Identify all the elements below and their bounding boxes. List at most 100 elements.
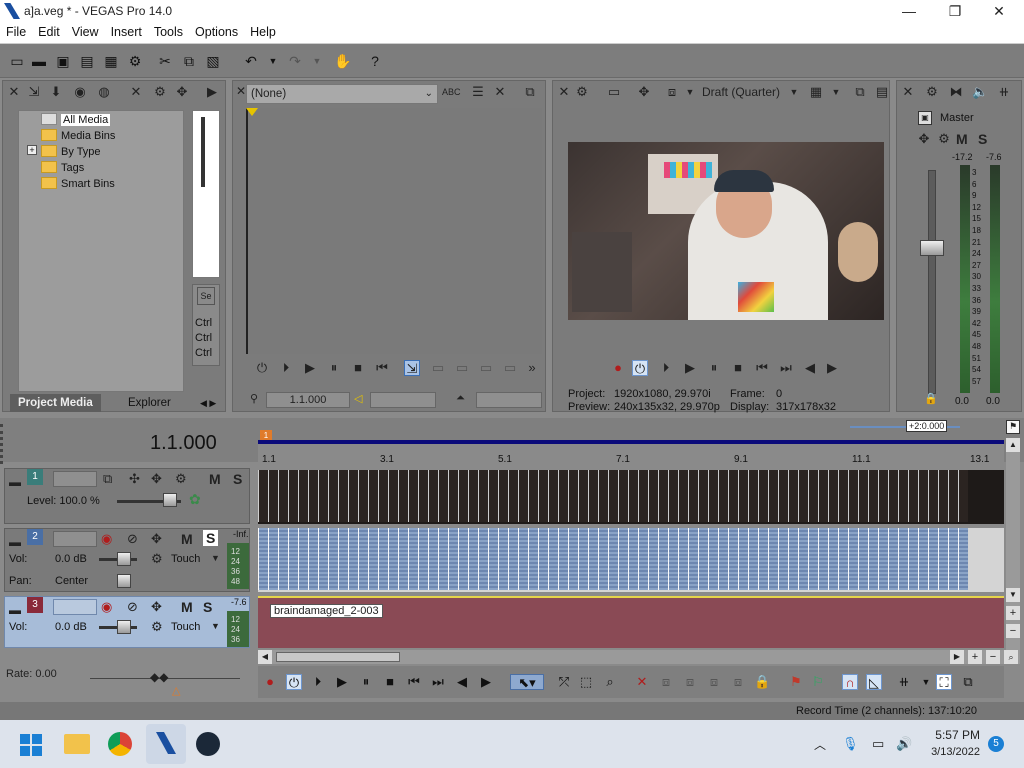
audio-event[interactable] xyxy=(758,528,768,590)
video-event[interactable] xyxy=(608,470,618,522)
audio-event[interactable] xyxy=(958,528,968,590)
drag-handle[interactable] xyxy=(0,424,8,464)
auto-crossfade-icon[interactable]: ◺ xyxy=(866,674,882,690)
master-properties-gear-icon[interactable]: ⚙ xyxy=(924,84,940,100)
audio-event[interactable] xyxy=(558,528,568,590)
remove-media-icon[interactable]: ✕ xyxy=(128,84,144,100)
audio-event[interactable] xyxy=(628,528,638,590)
audio-event[interactable] xyxy=(448,528,458,590)
redo-icon[interactable]: ↷ xyxy=(286,52,304,70)
collapse-icon[interactable]: ▬ xyxy=(9,603,21,617)
video-event[interactable] xyxy=(628,470,638,522)
automation-gear-icon[interactable]: ⚙ xyxy=(151,619,163,635)
play-icon[interactable]: ▶ xyxy=(334,674,350,690)
list-icon[interactable]: ☰ xyxy=(470,84,486,100)
audio-event[interactable] xyxy=(768,528,778,590)
mute-button[interactable]: M xyxy=(181,531,193,547)
audio-event[interactable] xyxy=(458,528,468,590)
save-snapshot-icon[interactable]: ▤ xyxy=(874,84,890,100)
split-icon[interactable]: ⧈ xyxy=(730,674,746,690)
video-event[interactable] xyxy=(368,470,378,522)
video-event[interactable] xyxy=(928,470,938,522)
clear-icon[interactable]: ✕ xyxy=(492,84,508,100)
tree-item-smart-bins[interactable]: Smart Bins xyxy=(41,177,115,190)
track-name-field[interactable] xyxy=(53,599,97,615)
next-frame-icon[interactable]: ▶ xyxy=(824,360,840,376)
audio-event[interactable] xyxy=(938,528,948,590)
audio-event[interactable] xyxy=(288,528,298,590)
grid-icon[interactable]: ▦ xyxy=(808,84,824,100)
insert-region-icon[interactable]: ⚐ xyxy=(810,674,826,690)
audio-event[interactable] xyxy=(688,528,698,590)
audio-event[interactable] xyxy=(818,528,828,590)
video-event[interactable] xyxy=(758,470,768,522)
video-event[interactable] xyxy=(808,470,818,522)
audio-event[interactable] xyxy=(748,528,758,590)
video-track-1[interactable] xyxy=(258,470,1004,524)
expand-icon[interactable]: + xyxy=(27,145,37,155)
media-properties-icon[interactable]: ⚙ xyxy=(152,84,168,100)
clock-date[interactable]: 3/13/2022 xyxy=(924,746,980,758)
audio-event[interactable] xyxy=(658,528,668,590)
audio-event[interactable] xyxy=(868,528,878,590)
save-icon[interactable]: ▣ xyxy=(54,52,72,70)
trim-start-icon[interactable]: ⧈ xyxy=(682,674,698,690)
mute-button[interactable]: M xyxy=(956,131,968,147)
zoom-in-icon[interactable]: + xyxy=(968,650,982,664)
audio-event[interactable] xyxy=(678,528,688,590)
audio-track-3[interactable]: braindamaged_2-003 xyxy=(258,596,1004,648)
audio-event[interactable] xyxy=(828,528,838,590)
horizontal-scrollbar[interactable]: ◀ ▶ + − ⌕ xyxy=(258,650,1020,664)
video-event[interactable] xyxy=(538,470,548,522)
trimmer-media-select[interactable]: (None) ⌄ xyxy=(246,84,438,104)
audio-event[interactable] xyxy=(878,528,888,590)
video-event[interactable] xyxy=(878,470,888,522)
video-event[interactable] xyxy=(378,470,388,522)
volume-slider-knob[interactable] xyxy=(117,620,131,634)
tab-project-media[interactable]: Project Media xyxy=(10,394,101,412)
audio-event[interactable] xyxy=(908,528,918,590)
network-icon[interactable]: ▭ xyxy=(872,736,884,752)
audio-event[interactable] xyxy=(788,528,798,590)
pan-slider-knob[interactable] xyxy=(117,574,131,588)
video-event[interactable] xyxy=(788,470,798,522)
audio-event[interactable] xyxy=(798,528,808,590)
audio-event[interactable] xyxy=(728,528,738,590)
get-media-icon[interactable]: ◉ xyxy=(72,84,88,100)
snapping-magnet-icon[interactable]: ∩ xyxy=(842,674,858,690)
audio-event[interactable] xyxy=(438,528,448,590)
audio-event[interactable] xyxy=(498,528,508,590)
arm-record-icon[interactable]: ◉ xyxy=(101,531,112,547)
audio-event[interactable] xyxy=(478,528,488,590)
zoom-out-icon[interactable]: − xyxy=(986,650,1000,664)
video-event[interactable] xyxy=(688,470,698,522)
audio-event[interactable] xyxy=(388,528,398,590)
video-event[interactable] xyxy=(768,470,778,522)
audio-event[interactable] xyxy=(918,528,928,590)
trimmer-view[interactable] xyxy=(246,108,542,354)
close-panel-icon[interactable]: ✕ xyxy=(6,84,22,100)
video-event[interactable] xyxy=(908,470,918,522)
video-event[interactable] xyxy=(268,470,278,522)
microphone-icon[interactable]: 🎙 xyxy=(842,736,859,752)
stop-icon[interactable]: ■ xyxy=(350,360,366,376)
menu-help[interactable]: Help xyxy=(244,22,282,39)
gear-icon[interactable]: ⚙ xyxy=(936,131,952,147)
normal-edit-tool-icon[interactable]: ⬉▾ xyxy=(510,674,544,690)
save-as-icon[interactable]: ▤ xyxy=(78,52,96,70)
audio-event[interactable] xyxy=(778,528,788,590)
menu-file[interactable]: File xyxy=(0,22,32,39)
undo-dropdown-icon[interactable]: ▼ xyxy=(264,52,282,70)
timeline-ruler[interactable]: 1.1 3.1 5.1 7.1 9.1 11.1 13.1 xyxy=(258,444,1004,468)
solo-button[interactable]: S xyxy=(203,530,219,546)
video-event[interactable] xyxy=(528,470,538,522)
level-slider-knob[interactable] xyxy=(163,493,177,507)
video-event[interactable] xyxy=(698,470,708,522)
video-event[interactable] xyxy=(938,470,948,522)
video-event[interactable] xyxy=(398,470,408,522)
start-icon[interactable] xyxy=(20,734,42,756)
tab-explorer[interactable]: Explorer xyxy=(120,394,179,412)
clock-time[interactable]: 5:57 PM xyxy=(924,728,980,742)
video-event[interactable] xyxy=(828,470,838,522)
video-event[interactable] xyxy=(588,470,598,522)
